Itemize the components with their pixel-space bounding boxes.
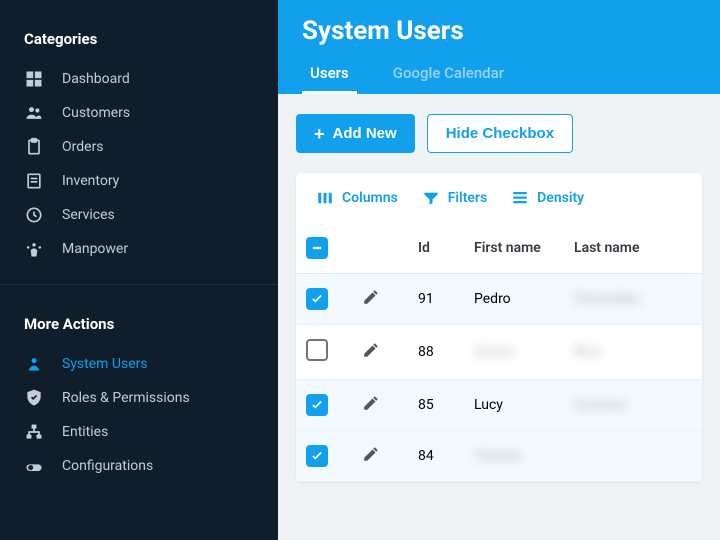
cell-id: 91 — [408, 274, 464, 325]
inventory-icon — [24, 171, 44, 191]
edit-icon[interactable] — [362, 394, 380, 412]
row-checkbox[interactable] — [306, 394, 328, 416]
sidebar-item-label: Dashboard — [62, 71, 130, 87]
manpower-icon — [24, 239, 44, 259]
hide-checkbox-button[interactable]: Hide Checkbox — [427, 114, 573, 153]
sidebar-item-entities[interactable]: Entities — [0, 415, 278, 449]
tab-google-calendar[interactable]: Google Calendar — [385, 64, 512, 94]
header-edit-col — [352, 223, 408, 274]
sidebar-more-actions-title: More Actions — [0, 285, 278, 347]
grid-toolbar: Columns Filters Density — [296, 173, 702, 223]
cell-id: 85 — [408, 380, 464, 431]
sidebar-item-label: Services — [62, 207, 115, 223]
hide-checkbox-label: Hide Checkbox — [446, 125, 554, 142]
cell-last-name: Rice — [564, 325, 702, 380]
density-label: Density — [537, 190, 584, 206]
sidebar-item-label: Manpower — [62, 241, 128, 257]
services-icon — [24, 205, 44, 225]
table-row[interactable]: 84Tamara — [296, 431, 702, 482]
table-row[interactable]: 88GracieRice — [296, 325, 702, 380]
edit-icon[interactable] — [362, 445, 380, 463]
density-button[interactable]: Density — [511, 189, 584, 207]
columns-label: Columns — [342, 190, 398, 206]
sidebar-item-roles[interactable]: Roles & Permissions — [0, 381, 278, 415]
entities-icon — [24, 422, 44, 442]
table-row[interactable]: 85LucyOconnor — [296, 380, 702, 431]
sidebar-item-orders[interactable]: Orders — [0, 130, 278, 164]
cell-first-name: Gracie — [464, 325, 564, 380]
row-checkbox[interactable] — [306, 288, 328, 310]
sidebar-item-manpower[interactable]: Manpower — [0, 232, 278, 266]
sidebar-item-inventory[interactable]: Inventory — [0, 164, 278, 198]
density-icon — [511, 189, 529, 207]
sidebar-item-services[interactable]: Services — [0, 198, 278, 232]
filters-button[interactable]: Filters — [422, 189, 487, 207]
users-table: Id First name Last name 91PedroFernandes… — [296, 223, 702, 482]
add-new-button[interactable]: + Add New — [296, 114, 415, 153]
add-new-label: Add New — [333, 125, 397, 142]
sidebar-item-label: System Users — [62, 356, 148, 372]
tab-users[interactable]: Users — [302, 64, 357, 94]
table-row[interactable]: 91PedroFernandes — [296, 274, 702, 325]
cell-first-name: Pedro — [464, 274, 564, 325]
cell-id: 84 — [408, 431, 464, 482]
sidebar-item-label: Inventory — [62, 173, 119, 189]
cell-first-name: Lucy — [464, 380, 564, 431]
edit-icon[interactable] — [362, 341, 380, 359]
row-checkbox[interactable] — [306, 339, 328, 361]
edit-icon[interactable] — [362, 288, 380, 306]
sidebar-categories-title: Categories — [0, 0, 278, 62]
sidebar-item-label: Configurations — [62, 458, 153, 474]
toolbar: + Add New Hide Checkbox — [278, 94, 720, 173]
header-id[interactable]: Id — [408, 223, 464, 274]
filter-icon — [422, 189, 440, 207]
header-last-name[interactable]: Last name — [564, 223, 702, 274]
plus-icon: + — [314, 125, 325, 143]
sidebar-item-label: Customers — [62, 105, 130, 121]
customers-icon — [24, 103, 44, 123]
select-all-checkbox[interactable] — [306, 237, 328, 259]
filters-label: Filters — [448, 190, 487, 206]
cell-first-name: Tamara — [464, 431, 564, 482]
data-grid: Columns Filters Density — [296, 173, 702, 482]
cell-last-name: Fernandes — [564, 274, 702, 325]
sidebar-item-system-users[interactable]: System Users — [0, 347, 278, 381]
cell-id: 88 — [408, 325, 464, 380]
main-content: System Users Users Google Calendar + Add… — [278, 0, 720, 540]
tabs: Users Google Calendar — [302, 64, 696, 94]
row-checkbox[interactable] — [306, 445, 328, 467]
orders-icon — [24, 137, 44, 157]
dashboard-icon — [24, 69, 44, 89]
cell-last-name — [564, 431, 702, 482]
header-checkbox-col — [296, 223, 352, 274]
system-users-icon — [24, 354, 44, 374]
configurations-icon — [24, 456, 44, 476]
sidebar-item-label: Roles & Permissions — [62, 390, 190, 406]
sidebar: Categories Dashboard Customers Orders Inven… — [0, 0, 278, 540]
header-first-name[interactable]: First name — [464, 223, 564, 274]
sidebar-item-label: Orders — [62, 139, 104, 155]
columns-button[interactable]: Columns — [316, 189, 398, 207]
page-header: System Users Users Google Calendar — [278, 0, 720, 94]
sidebar-item-customers[interactable]: Customers — [0, 96, 278, 130]
page-title: System Users — [302, 16, 696, 46]
sidebar-item-configurations[interactable]: Configurations — [0, 449, 278, 483]
sidebar-item-dashboard[interactable]: Dashboard — [0, 62, 278, 96]
columns-icon — [316, 189, 334, 207]
roles-icon — [24, 388, 44, 408]
cell-last-name: Oconnor — [564, 380, 702, 431]
sidebar-item-label: Entities — [62, 424, 108, 440]
